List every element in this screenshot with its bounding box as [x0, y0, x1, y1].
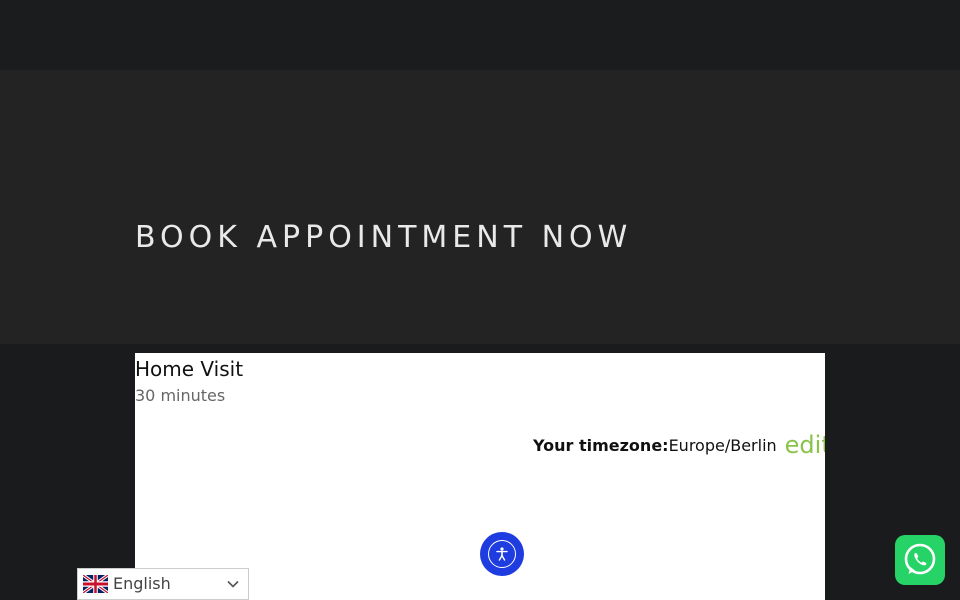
chevron-down-icon	[227, 580, 239, 588]
timezone-label: Your timezone:	[533, 436, 669, 455]
service-duration: 30 minutes	[135, 386, 226, 405]
timezone-edit-link[interactable]: edit	[785, 431, 825, 459]
language-switcher[interactable]: English	[77, 568, 249, 600]
accessibility-icon	[488, 540, 516, 568]
booking-card: Home Visit 30 minutes Your timezone:Euro…	[135, 353, 825, 600]
timezone-value: Europe/Berlin	[668, 436, 777, 455]
uk-flag-icon	[83, 575, 108, 593]
timezone-row: Your timezone:Europe/Berlin edit	[533, 433, 825, 458]
service-name: Home Visit	[135, 357, 244, 381]
hero-banner: BOOK APPOINTMENT NOW	[0, 70, 960, 344]
page-title: BOOK APPOINTMENT NOW	[135, 220, 633, 255]
whatsapp-button[interactable]	[895, 535, 945, 585]
top-header-bar	[0, 0, 960, 70]
accessibility-button[interactable]	[480, 532, 524, 576]
whatsapp-icon	[904, 543, 936, 575]
language-label: English	[113, 574, 171, 593]
